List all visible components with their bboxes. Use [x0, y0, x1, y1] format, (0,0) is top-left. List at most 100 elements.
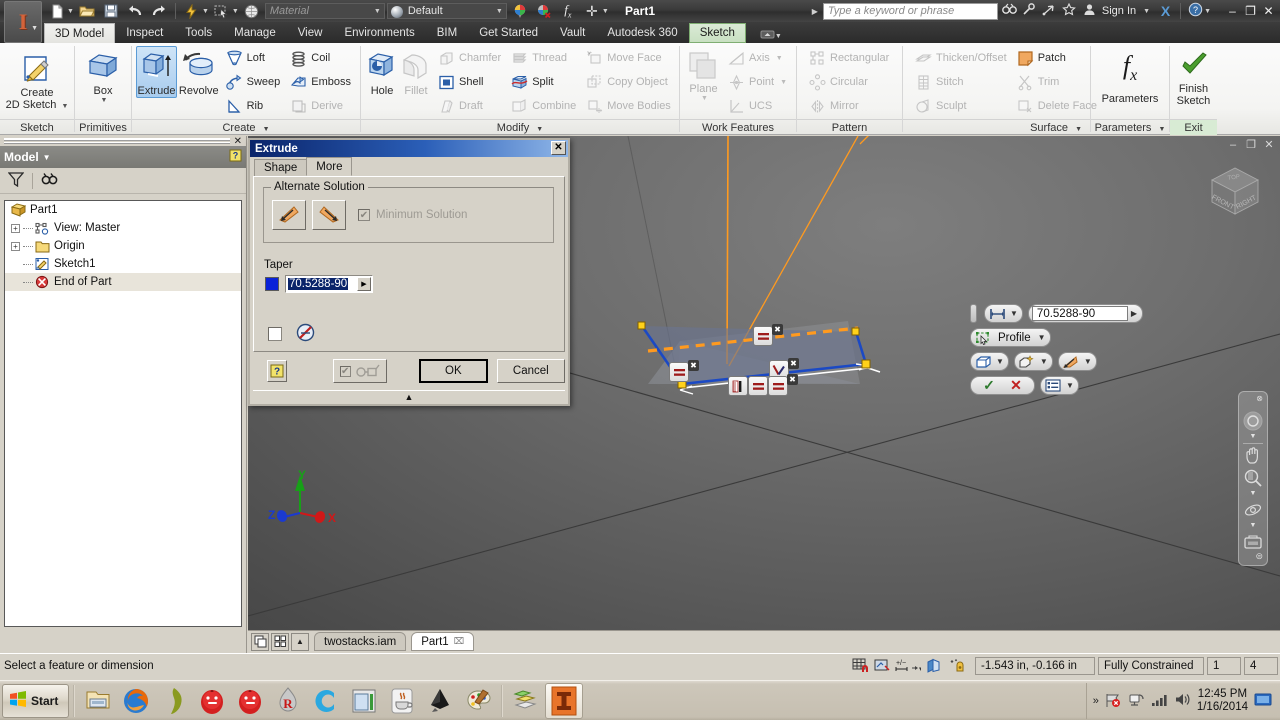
show-hidden-icons-button[interactable]: » [1093, 695, 1099, 707]
help-icon[interactable]: ? [1187, 2, 1204, 20]
view-cube[interactable]: TOP FRONT RIGHT [1204, 160, 1266, 222]
extra-option-checkbox[interactable] [268, 327, 282, 341]
loft-button[interactable]: Loft [221, 46, 286, 70]
extrude-dialog[interactable]: Extrude ✕ Shape More Alternate Solution … [248, 138, 570, 406]
document-tab-twostacks[interactable]: twostacks.iam [314, 632, 406, 651]
emboss-button[interactable]: Emboss [285, 70, 356, 94]
tree-node-end-of-part[interactable]: End of Part [5, 273, 241, 291]
appearance-browser-button[interactable] [509, 1, 531, 21]
chevron-down-icon[interactable]: ▼ [31, 25, 38, 32]
customize-qat-button[interactable]: ✛ [581, 1, 603, 21]
favorites-star-icon[interactable] [1061, 3, 1078, 19]
tab-bim[interactable]: BIM [426, 23, 468, 43]
preview-checkbox[interactable]: ✔ [340, 366, 351, 377]
preview-toggle-button[interactable]: ✔ [333, 359, 387, 383]
profile-icon[interactable] [973, 330, 993, 346]
distance-input[interactable]: 70.5288-90 [1032, 306, 1128, 321]
snap-icon[interactable] [849, 656, 871, 676]
chevron-down-icon[interactable]: ▼ [1250, 522, 1257, 530]
view-style-icon[interactable] [923, 656, 945, 676]
tab-scroll-button[interactable]: ▲ [291, 633, 309, 651]
box-button[interactable]: Box ▼ [79, 46, 127, 105]
chevron-down-icon[interactable]: ▼ [602, 8, 609, 15]
delete-constraint-icon[interactable]: ✖ [688, 360, 699, 371]
degrees-of-freedom-icon[interactable] [945, 656, 967, 676]
redo-button[interactable] [148, 1, 170, 21]
tree-node-view-master[interactable]: + View: Master [5, 219, 241, 237]
coil-button[interactable]: Coil [285, 46, 356, 70]
patch-button[interactable]: Patch [1012, 46, 1102, 70]
filter-icon[interactable] [8, 172, 24, 190]
create-2d-sketch-button[interactable]: Create2D Sketch ▼ [4, 46, 70, 114]
browser-drag-handle[interactable]: ✕ [0, 136, 246, 146]
sweep-button[interactable]: Sweep [221, 70, 286, 94]
clear-appearance-button[interactable] [533, 1, 555, 21]
taper-input[interactable]: 70.5288-90 ▶ [285, 275, 373, 293]
equal-constraint-glyph[interactable] [669, 362, 689, 382]
ribbon-minimize-icon[interactable] [760, 29, 775, 43]
save-button[interactable] [100, 1, 122, 21]
chevron-down-icon[interactable]: ▼ [67, 8, 74, 15]
document-tab-part1[interactable]: Part1 ⌧ [411, 632, 474, 651]
chevron-down-icon[interactable]: ▼ [1250, 433, 1257, 441]
alternate-solution-1-button[interactable] [272, 200, 306, 230]
tile-windows-button[interactable] [271, 633, 289, 651]
chevron-down-icon[interactable]: ▼ [1158, 126, 1165, 133]
tab-vault[interactable]: Vault [549, 23, 596, 43]
display-style-button[interactable] [241, 1, 263, 21]
distance-icon[interactable] [987, 306, 1007, 322]
options-list-icon[interactable] [1043, 378, 1063, 394]
chevron-down-icon[interactable]: ▼ [1064, 381, 1076, 390]
chevron-down-icon[interactable]: ▼ [536, 126, 543, 133]
equal-constraint-glyph[interactable] [753, 326, 773, 346]
taper-icon[interactable] [1061, 354, 1081, 370]
green-app-icon[interactable] [155, 683, 193, 719]
volume-icon[interactable] [1174, 692, 1191, 710]
tab-inspect[interactable]: Inspect [115, 23, 174, 43]
chevron-down-icon[interactable]: ▼ [1143, 8, 1150, 15]
pdf-app-icon-1[interactable] [193, 683, 231, 719]
pan-icon[interactable] [1242, 446, 1264, 466]
finish-sketch-button[interactable]: FinishSketch [1174, 46, 1213, 108]
inkscape-icon[interactable] [421, 683, 459, 719]
chevron-down-icon[interactable]: ▼ [1250, 490, 1257, 498]
chevron-down-icon[interactable]: ▼ [232, 8, 239, 15]
delete-constraint-icon[interactable]: ✖ [772, 324, 783, 335]
split-button[interactable]: Split [506, 70, 581, 94]
expand-icon[interactable]: + [11, 242, 20, 251]
chevron-down-icon[interactable]: ▼ [1036, 333, 1048, 342]
cascade-windows-button[interactable] [251, 633, 269, 651]
c-app-icon[interactable] [307, 683, 345, 719]
model-tree[interactable]: Part1 + View: Master + Origin [4, 200, 242, 627]
cancel-button[interactable]: Cancel [497, 359, 565, 383]
open-file-button[interactable] [76, 1, 98, 21]
chevron-down-icon[interactable]: ▼ [496, 8, 503, 15]
rib-button[interactable]: Rib [221, 94, 286, 118]
tab-3d-model[interactable]: 3D Model [44, 23, 115, 43]
dialog-close-button[interactable]: ✕ [551, 141, 566, 155]
undo-button[interactable] [124, 1, 146, 21]
chevron-down-icon[interactable]: ▼ [1075, 126, 1082, 133]
select-button[interactable] [211, 1, 233, 21]
fx-parameters-button[interactable]: fx [557, 1, 579, 21]
tolerance-icon[interactable]: +/−▾ [893, 656, 923, 676]
appearance-selector[interactable]: Default ▼ [387, 3, 507, 19]
shell-button[interactable]: Shell [433, 70, 506, 94]
action-center-icon[interactable] [1105, 692, 1122, 711]
chevron-right-icon[interactable]: ▶ [812, 7, 818, 16]
expand-caret-icon[interactable]: ▲ [405, 392, 414, 402]
tools-icon[interactable] [1021, 3, 1038, 19]
alternate-solution-2-button[interactable] [312, 200, 346, 230]
material-selector[interactable]: Material ▼ [265, 3, 385, 19]
tab-get-started[interactable]: Get Started [468, 23, 549, 43]
paint-icon[interactable] [459, 683, 497, 719]
tree-node-origin[interactable]: + Origin [5, 237, 241, 255]
dialog-resize-grip[interactable]: ▲ [253, 390, 565, 402]
inventor-icon[interactable] [545, 683, 583, 719]
find-icon[interactable] [41, 172, 58, 189]
tab-view[interactable]: View [287, 23, 334, 43]
chevron-down-icon[interactable]: ▼ [775, 33, 782, 40]
close-icon[interactable]: ✕ [234, 136, 242, 147]
dimension-constraint-glyph[interactable] [728, 376, 748, 396]
gallery-icon[interactable] [507, 683, 545, 719]
